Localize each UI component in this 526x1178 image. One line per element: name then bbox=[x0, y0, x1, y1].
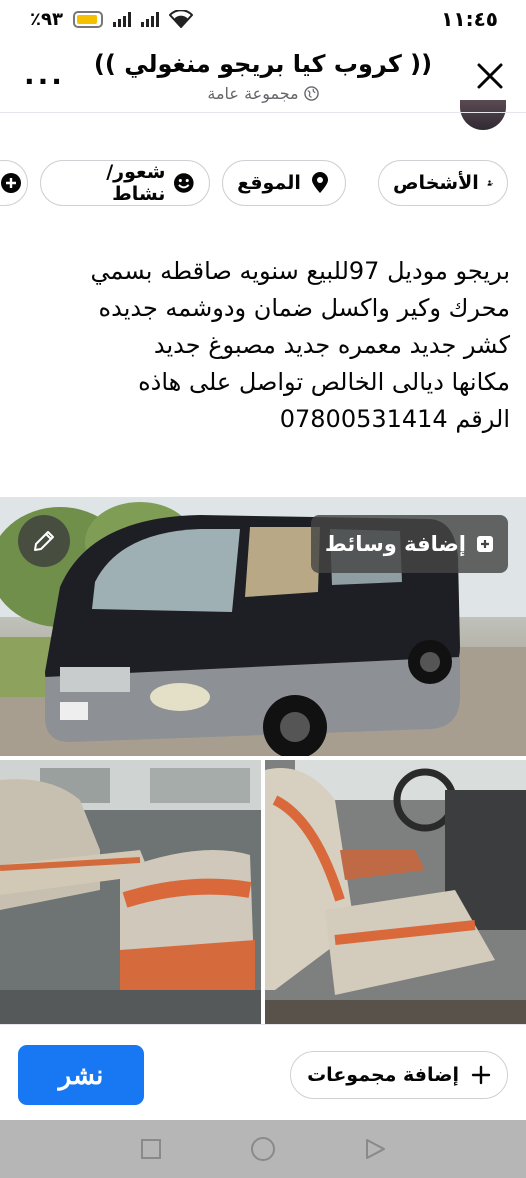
photo-van-exterior[interactable]: إضافة وسائط bbox=[0, 497, 526, 756]
battery-fill bbox=[76, 14, 98, 24]
more-button[interactable]: ... bbox=[24, 58, 65, 91]
back-icon bbox=[366, 1139, 385, 1159]
chip-location-label: الموقع bbox=[237, 172, 301, 194]
chip-people[interactable]: الأشخاص bbox=[378, 160, 508, 206]
smiley-icon bbox=[174, 173, 195, 193]
add-media-button[interactable]: إضافة وسائط bbox=[310, 515, 508, 573]
chip-people-label: الأشخاص bbox=[393, 172, 479, 194]
close-icon[interactable] bbox=[476, 62, 504, 90]
photo-van-rear-seats[interactable] bbox=[0, 760, 261, 1024]
post-line: كشر جديد معمره جديد مصبوغ جديد bbox=[153, 331, 510, 359]
recent-apps-icon bbox=[141, 1139, 161, 1159]
home-icon bbox=[251, 1137, 275, 1161]
signal-icon-2 bbox=[140, 11, 159, 27]
edit-pencil-icon bbox=[34, 531, 54, 551]
status-left: ٪٩٣ bbox=[30, 9, 193, 30]
chip-location[interactable]: الموقع bbox=[222, 160, 346, 206]
add-media-icon bbox=[477, 536, 493, 552]
media-area: إضافة وسائط bbox=[0, 497, 526, 1024]
group-privacy: مجموعة عامة bbox=[150, 84, 376, 103]
group-title[interactable]: (( كروب كيا بريجو منغولي )) bbox=[90, 50, 436, 78]
location-pin-icon bbox=[311, 172, 328, 193]
wifi-icon bbox=[168, 10, 193, 28]
add-groups-button[interactable]: إضافة مجموعات bbox=[290, 1051, 508, 1099]
edit-photo-button[interactable] bbox=[18, 515, 70, 567]
plus-icon bbox=[471, 1065, 491, 1085]
post-text-area[interactable]: بريجو موديل 97للبيع سنويه صاقطه بسمي محر… bbox=[14, 253, 510, 438]
chip-feeling[interactable]: شعور/نشاط bbox=[40, 160, 210, 206]
post-line: محرك وكير واكسل ضمان ودوشمه جديده bbox=[98, 294, 510, 322]
add-icon bbox=[1, 173, 21, 193]
recent-apps-button[interactable] bbox=[138, 1136, 164, 1162]
header-divider bbox=[0, 112, 526, 113]
post-line: الرقم 07800531414 bbox=[279, 405, 510, 433]
people-icon bbox=[487, 180, 493, 186]
add-media-label: إضافة وسائط bbox=[324, 532, 466, 556]
chip-more[interactable] bbox=[0, 160, 28, 206]
action-bar: نشر إضافة مجموعات bbox=[0, 1024, 526, 1120]
battery-percent: ٪٩٣ bbox=[30, 8, 63, 30]
system-nav-bar bbox=[0, 1120, 526, 1178]
back-button[interactable] bbox=[362, 1136, 388, 1162]
front-seats-image bbox=[265, 760, 526, 1024]
publish-button[interactable]: نشر bbox=[18, 1045, 144, 1105]
battery-icon bbox=[72, 10, 103, 28]
chip-row: الأشخاص الموقع شعور/نشاط bbox=[0, 160, 526, 208]
chip-feeling-label: شعور/نشاط bbox=[106, 161, 166, 205]
signal-icon bbox=[112, 11, 131, 27]
home-button[interactable] bbox=[250, 1136, 276, 1162]
add-groups-label: إضافة مجموعات bbox=[307, 1064, 459, 1086]
group-privacy-label: مجموعة عامة bbox=[207, 84, 299, 103]
rear-seats-image bbox=[0, 760, 261, 1024]
status-bar: ٪٩٣ ١١:٤٥ bbox=[0, 0, 526, 38]
status-time: ١١:٤٥ bbox=[441, 7, 498, 31]
more-icon: ... bbox=[24, 58, 65, 91]
post-line: بريجو موديل 97للبيع سنويه صاقطه بسمي bbox=[90, 257, 510, 285]
photo-van-front-seats[interactable] bbox=[265, 760, 526, 1024]
composer-header: ... (( كروب كيا بريجو منغولي )) مجموعة ع… bbox=[0, 40, 526, 114]
post-line: مكانها ديالى الخالص تواصل على هاذه bbox=[138, 368, 510, 396]
globe-icon bbox=[303, 86, 319, 101]
avatar bbox=[460, 100, 506, 130]
